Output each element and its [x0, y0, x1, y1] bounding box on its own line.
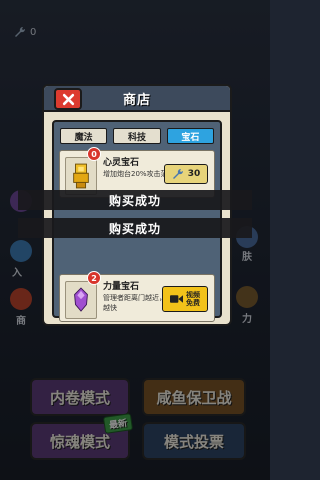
item-name: 心灵宝石 [103, 158, 140, 168]
video-button-label: 视频 免费 [186, 291, 200, 307]
watch-video-button[interactable]: 视频 免费 [162, 286, 208, 312]
shop-tabs: 魔法 科技 宝石 [60, 128, 214, 144]
close-icon [62, 93, 74, 105]
wrench-icon [172, 168, 183, 179]
item-name: 力量宝石 [103, 282, 140, 292]
close-button[interactable] [54, 88, 82, 110]
price-value: 30 [187, 169, 201, 179]
video-camera-icon [170, 295, 183, 303]
tab-magic[interactable]: 魔法 [60, 128, 108, 144]
tab-gems[interactable]: 宝石 [166, 128, 214, 144]
buy-button[interactable]: 30 [164, 164, 208, 184]
shop-item-card: 2 力量宝石 管理者距离门越近，攻速越快 视频 免费 [59, 271, 215, 322]
purchase-success-toast: 购买成功 [18, 218, 252, 238]
level-badge: 0 [87, 147, 101, 161]
dialog-header: 商店 [44, 86, 230, 112]
purple-gem-icon [65, 281, 97, 319]
tab-tech[interactable]: 科技 [113, 128, 161, 144]
level-badge: 2 [87, 271, 101, 285]
purchase-success-toast: 购买成功 [18, 190, 252, 210]
